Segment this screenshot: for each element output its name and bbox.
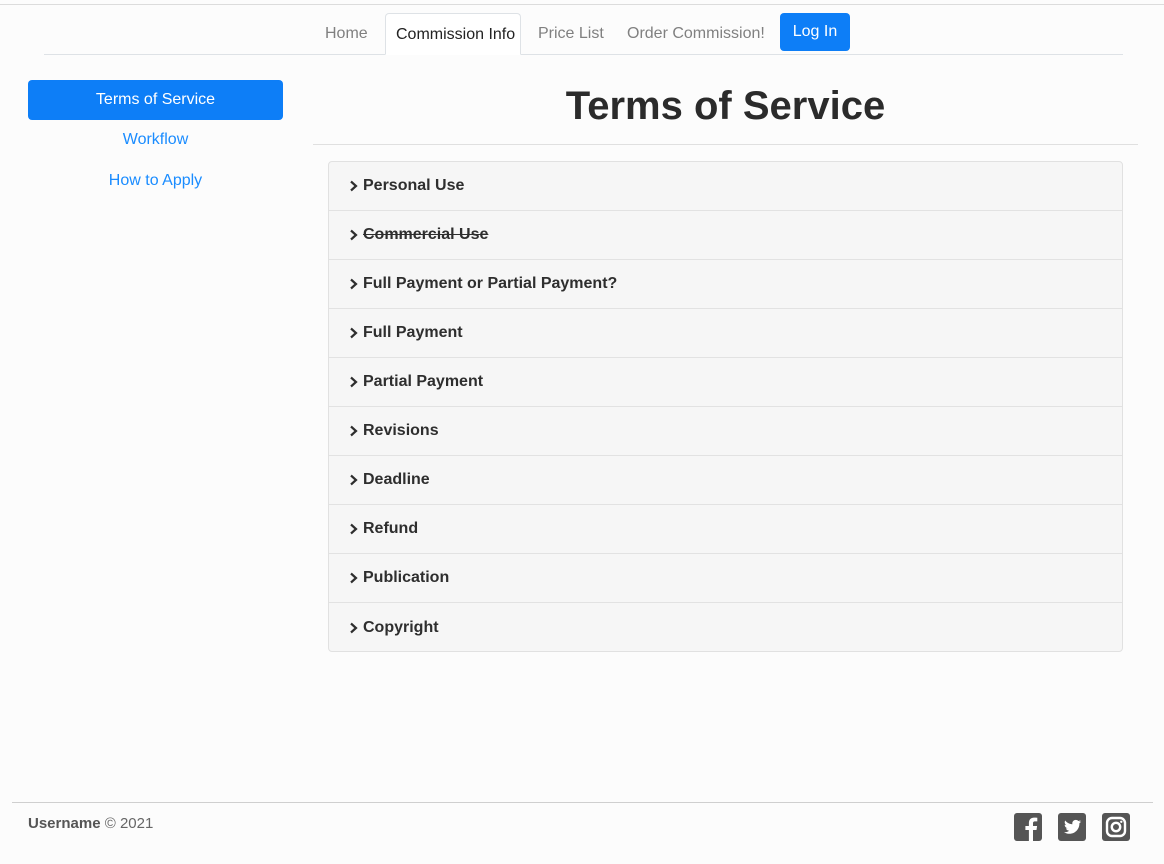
- sidebar-item-workflow[interactable]: Workflow: [28, 120, 283, 160]
- page-title: Terms of Service: [565, 84, 886, 128]
- chevron-right-icon: [350, 474, 358, 486]
- nav-order-commission[interactable]: Order Commission!: [617, 13, 775, 55]
- twitter-icon[interactable]: [1058, 812, 1086, 842]
- sidebar-item-how-to-apply[interactable]: How to Apply: [28, 161, 283, 201]
- sidebar-item-terms-of-service[interactable]: Terms of Service: [28, 80, 283, 120]
- chevron-right-icon: [350, 572, 358, 584]
- accordion-item-commercial-use[interactable]: Commercial Use: [329, 211, 1122, 260]
- footer-copyright: Username © 2021: [28, 814, 153, 834]
- accordion-item-full-or-partial-payment[interactable]: Full Payment or Partial Payment?: [329, 260, 1122, 309]
- accordion-item-label: Full Payment or Partial Payment?: [363, 275, 618, 292]
- accordion-item-publication[interactable]: Publication: [329, 554, 1122, 603]
- chevron-right-icon: [350, 622, 358, 633]
- accordion-item-full-payment[interactable]: Full Payment: [329, 309, 1122, 358]
- accordion-item-label: Commercial Use: [363, 226, 489, 243]
- accordion-item-label: Refund: [363, 520, 419, 537]
- accordion-item-deadline[interactable]: Deadline: [329, 456, 1122, 505]
- chevron-right-icon: [350, 425, 358, 437]
- chevron-right-icon: [350, 180, 358, 192]
- terms-accordion: Personal Use Commercial Use Full Payment…: [328, 161, 1123, 652]
- accordion-item-label: Revisions: [363, 422, 439, 439]
- accordion-item-copyright[interactable]: Copyright: [329, 603, 1122, 651]
- accordion-item-personal-use[interactable]: Personal Use: [329, 162, 1122, 211]
- instagram-icon[interactable]: [1102, 812, 1130, 842]
- accordion-item-label: Publication: [363, 569, 450, 586]
- accordion-item-refund[interactable]: Refund: [329, 505, 1122, 554]
- chevron-right-icon: [350, 278, 358, 290]
- title-divider: [313, 144, 1138, 145]
- accordion-item-label: Full Payment: [363, 324, 463, 341]
- nav-home[interactable]: Home: [315, 13, 378, 55]
- chevron-right-icon: [350, 229, 358, 241]
- chevron-right-icon: [350, 327, 358, 339]
- accordion-item-label: Deadline: [363, 471, 430, 488]
- footer-copyright-year: © 2021: [104, 815, 154, 832]
- accordion-item-label: Copyright: [363, 618, 439, 636]
- nav-commission-info[interactable]: Commission Info: [385, 13, 521, 55]
- login-button[interactable]: Log In: [780, 13, 850, 51]
- chevron-right-icon: [350, 376, 358, 388]
- accordion-item-label: Partial Payment: [363, 373, 484, 390]
- accordion-item-partial-payment[interactable]: Partial Payment: [329, 358, 1122, 407]
- nav-price-list[interactable]: Price List: [528, 13, 614, 55]
- accordion-item-revisions[interactable]: Revisions: [329, 407, 1122, 456]
- top-border: [0, 4, 1164, 5]
- accordion-item-label: Personal Use: [363, 177, 465, 194]
- footer-divider: [12, 802, 1153, 803]
- facebook-icon[interactable]: [1014, 812, 1042, 842]
- chevron-right-icon: [350, 523, 358, 535]
- footer-username: Username: [28, 815, 101, 832]
